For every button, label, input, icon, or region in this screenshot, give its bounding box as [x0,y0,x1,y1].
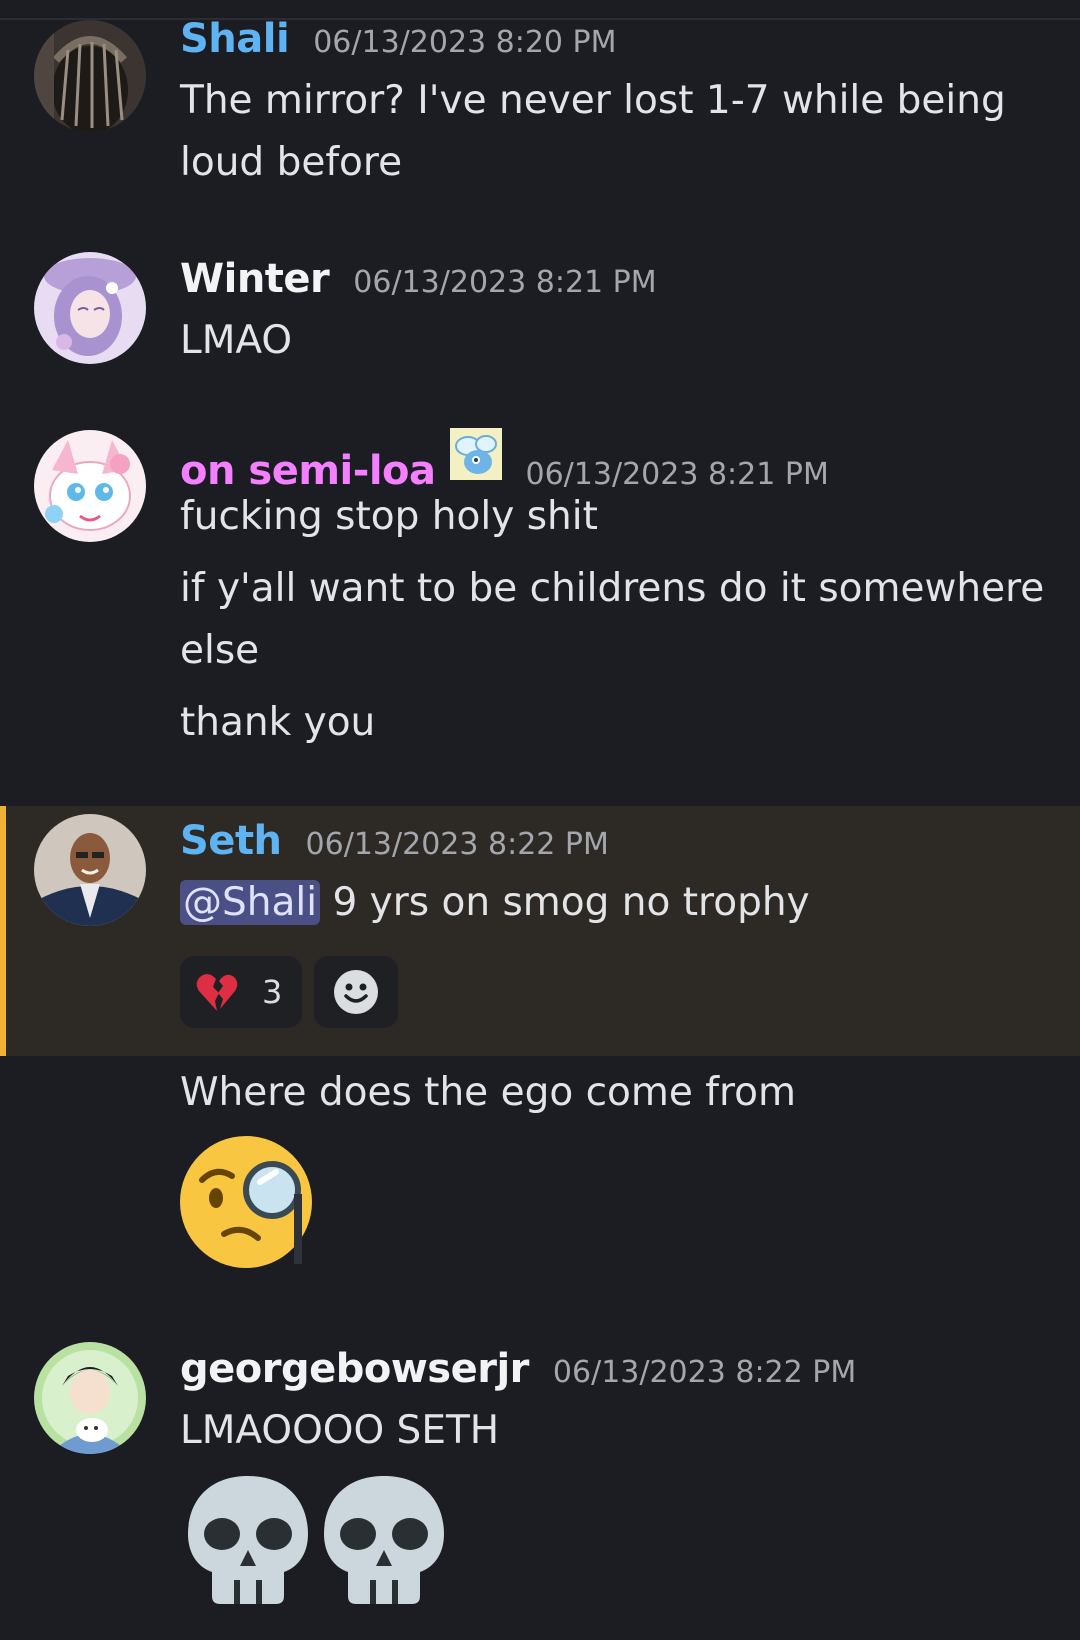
message-header: Winter 06/13/2023 8:21 PM [180,256,657,302]
message-header: Seth 06/13/2023 8:22 PM [180,818,609,864]
avatar-sylveon-image [34,430,146,542]
username[interactable]: Seth [180,818,282,864]
message-line: LMAO [180,318,293,363]
avatar-on-semi-loa[interactable] [34,430,146,542]
message-line: thank you [180,700,376,745]
avatar-georgebowserjr[interactable] [34,1342,146,1454]
add-reaction-icon [332,968,380,1016]
username[interactable]: Shali [180,16,290,62]
avatar-georgebowserjr-image [34,1342,146,1454]
bug-pokemon-badge-icon[interactable] [449,428,502,480]
add-reaction-button[interactable] [314,956,398,1028]
message-line: fucking stop holy shit [180,494,598,539]
skull-icon[interactable] [320,1472,448,1608]
message-header: georgebowserjr 06/13/2023 8:22 PM [180,1346,856,1392]
skull-icon[interactable] [184,1472,312,1608]
message-line: Where does the ego come from [180,1070,797,1115]
user-mention[interactable]: @Shali [180,880,321,925]
username[interactable]: Winter [180,256,330,302]
message-line: The mirror? I've never lost 1-7 while be… [180,78,1006,123]
message-text: 9 yrs on smog no trophy [320,880,810,925]
timestamp: 06/13/2023 8:20 PM [313,25,617,60]
avatar-seth[interactable] [34,814,146,926]
message-header: on semi-loa 06/13/2023 8:21 PM [180,428,829,494]
message-line: if y'all want to be childrens do it some… [180,566,1045,611]
timestamp: 06/13/2023 8:22 PM [305,827,609,862]
message-line: @Shali 9 yrs on smog no trophy [180,880,810,925]
timestamp: 06/13/2023 8:21 PM [525,457,829,492]
broken-heart-icon [194,969,240,1015]
message-line: LMAOOOO SETH [180,1408,500,1453]
reaction-broken-heart[interactable]: 3 [180,956,302,1028]
timestamp: 06/13/2023 8:21 PM [353,265,657,300]
mention-highlight-bar [0,806,6,1056]
message-line: loud before [180,140,403,185]
reaction-count: 3 [262,973,283,1011]
avatar-shali-image [34,20,146,132]
avatar-winter[interactable] [34,252,146,364]
avatar-seth-image [34,814,146,926]
message-line: else [180,628,260,673]
face-with-monocle-icon[interactable] [180,1134,316,1270]
avatar-winter-image [34,252,146,364]
avatar-shali[interactable] [34,20,146,132]
username[interactable]: georgebowserjr [180,1346,529,1392]
timestamp: 06/13/2023 8:22 PM [552,1355,857,1390]
username[interactable]: on semi-loa [180,448,436,494]
message-header: Shali 06/13/2023 8:20 PM [180,16,617,62]
